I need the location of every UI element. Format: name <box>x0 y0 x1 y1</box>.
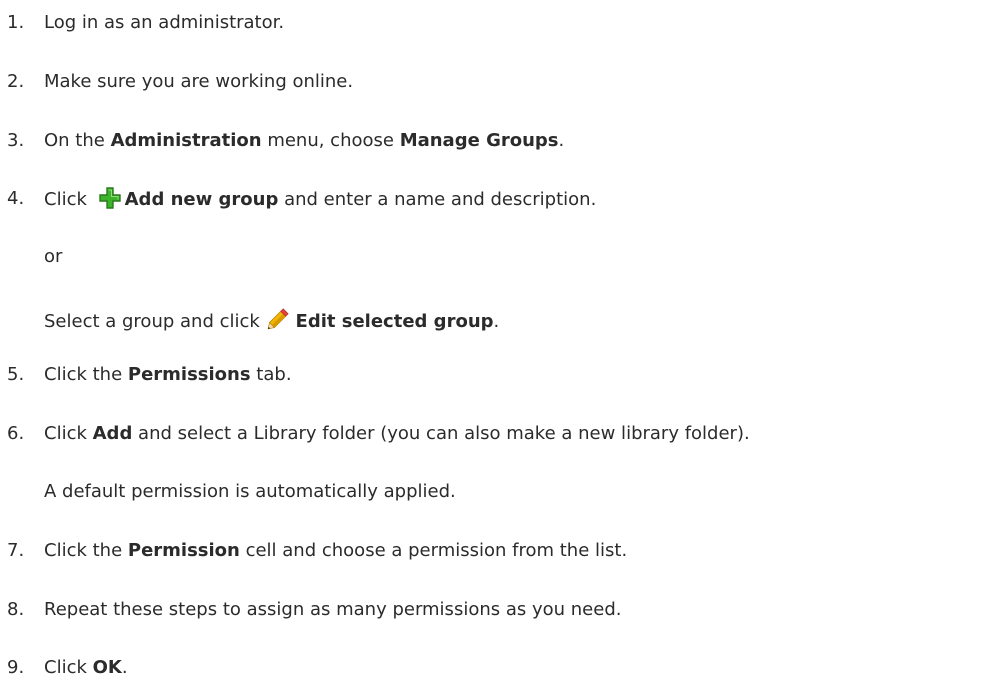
step-text: Click the Permission cell and choose a p… <box>44 540 628 561</box>
step-number: 4. <box>7 188 25 209</box>
step-number: 2. <box>7 71 25 92</box>
ui-term-add: Add <box>92 423 133 444</box>
step-text: Click Add and select a Library folder (y… <box>44 423 750 444</box>
step-text: Make sure you are working online. <box>44 71 354 92</box>
step-text: Repeat these steps to assign as many per… <box>44 599 622 620</box>
step-4-or: or <box>44 246 63 267</box>
green-plus-icon <box>98 187 121 216</box>
step-number: 3. <box>7 130 25 151</box>
pencil-icon <box>266 305 292 338</box>
ui-term-administration: Administration <box>110 130 262 151</box>
step-text: Log in as an administrator. <box>44 12 285 33</box>
step-4-alternative: Select a group and click Edit selected g… <box>44 305 499 338</box>
step-6-note: A default permission is automatically ap… <box>44 481 456 502</box>
ui-term-edit-selected-group: Edit selected group <box>295 311 494 332</box>
ui-term-add-new-group: Add new group <box>124 189 279 210</box>
step-number: 7. <box>7 540 25 561</box>
step-number: 6. <box>7 423 25 444</box>
ui-term-permission: Permission <box>127 540 240 561</box>
step-text: Click Add new group and enter a name and… <box>44 187 596 216</box>
ui-term-ok: OK <box>92 657 122 678</box>
ui-term-permissions: Permissions <box>127 364 251 385</box>
ui-term-manage-groups: Manage Groups <box>399 130 559 151</box>
step-number: 8. <box>7 599 25 620</box>
step-text: On the Administration menu, choose Manag… <box>44 130 565 151</box>
step-text: Click the Permissions tab. <box>44 364 292 385</box>
step-number: 5. <box>7 364 25 385</box>
step-text: Click OK. <box>44 657 128 678</box>
step-number: 1. <box>7 12 25 33</box>
step-number: 9. <box>7 657 25 678</box>
